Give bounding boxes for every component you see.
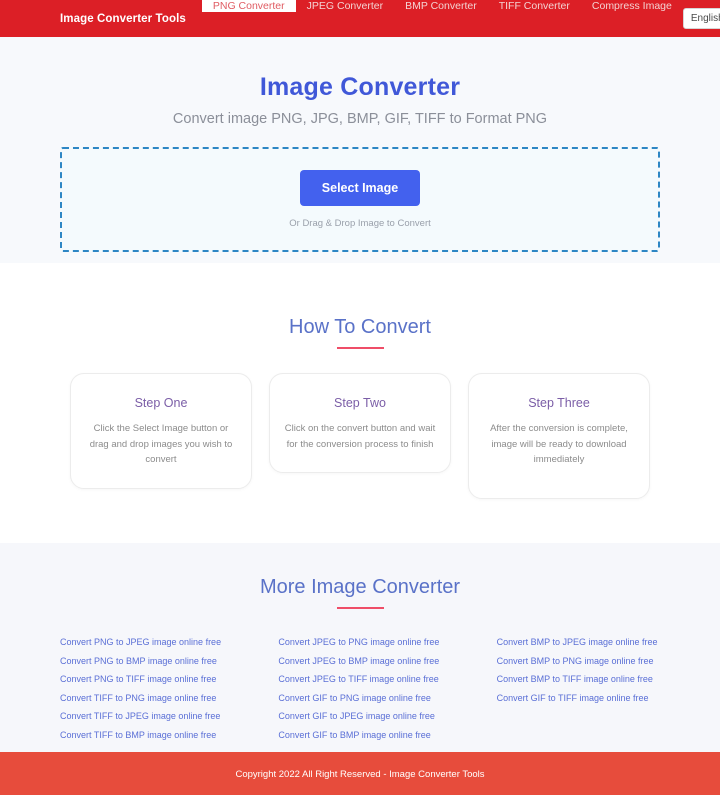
nav-item-jpeg-converter[interactable]: JPEG Converter — [296, 0, 394, 37]
nav-menu: PNG Converter JPEG Converter BMP Convert… — [201, 0, 683, 37]
nav-link-label[interactable]: BMP Converter — [394, 0, 488, 12]
converter-link[interactable]: Convert TIFF to PNG image online free — [60, 690, 223, 708]
converter-link[interactable]: Convert BMP to JPEG image online free — [497, 634, 660, 652]
title-underline — [336, 607, 384, 609]
nav-link-label[interactable]: PNG Converter — [201, 0, 296, 12]
step-title: Step Three — [528, 396, 590, 410]
converter-link[interactable]: Convert BMP to TIFF image online free — [497, 671, 660, 689]
step-text: Click on the convert button and wait for… — [284, 423, 436, 450]
page-subtitle: Convert image PNG, JPG, BMP, GIF, TIFF t… — [172, 111, 548, 127]
converter-link[interactable]: Convert PNG to TIFF image online free — [60, 671, 223, 689]
title-underline — [336, 347, 384, 349]
nav-link-label[interactable]: JPEG Converter — [296, 0, 394, 12]
nav-item-tiff-converter[interactable]: TIFF Converter — [488, 0, 581, 37]
step-title: Step One — [134, 396, 188, 410]
step-text: After the conversion is complete, image … — [490, 423, 628, 466]
language-select[interactable]: English — [682, 8, 720, 29]
how-to-convert-section: How To Convert Step One Click the Select… — [0, 263, 720, 543]
more-converters-title: More Image Converter — [259, 576, 461, 598]
converter-link[interactable]: Convert TIFF to JPEG image online free — [60, 708, 223, 726]
nav-item-png-converter[interactable]: PNG Converter — [201, 0, 296, 37]
dropzone-hint: Or Drag & Drop Image to Convert — [289, 218, 431, 229]
step-card: Step One Click the Select Image button o… — [70, 373, 252, 490]
nav-link-label[interactable]: TIFF Converter — [488, 0, 581, 12]
select-image-button[interactable]: Select Image — [299, 170, 421, 206]
converter-link[interactable]: Convert JPEG to BMP image online free — [278, 653, 441, 671]
converter-link[interactable]: Convert JPEG to TIFF image online free — [278, 671, 441, 689]
step-text: Click the Select Image button or drag an… — [89, 423, 233, 466]
converter-link[interactable]: Convert GIF to TIFF image online free — [497, 690, 660, 708]
nav-item-compress-image[interactable]: Compress Image — [581, 0, 683, 37]
converter-links-grid: Convert PNG to JPEG image online free Co… — [0, 634, 720, 744]
converter-link[interactable]: Convert PNG to BMP image online free — [60, 653, 223, 671]
converter-link[interactable]: Convert BMP to PNG image online free — [497, 653, 660, 671]
converter-link[interactable]: Convert JPEG to PNG image online free — [278, 634, 441, 652]
steps-container: Step One Click the Select Image button o… — [0, 373, 720, 500]
step-card: Step Three After the conversion is compl… — [468, 373, 650, 500]
hero-section: Image Converter Convert image PNG, JPG, … — [0, 37, 720, 263]
copyright-text: Copyright 2022 All Right Reserved - Imag… — [235, 769, 485, 780]
converter-link[interactable]: Convert PNG to JPEG image online free — [60, 634, 223, 652]
page-footer: Copyright 2022 All Right Reserved - Imag… — [0, 752, 720, 795]
converter-link[interactable]: Convert GIF to PNG image online free — [278, 690, 441, 708]
converter-links-column: Convert JPEG to PNG image online free Co… — [223, 634, 441, 744]
step-title: Step Two — [334, 396, 386, 410]
how-to-title: How To Convert — [289, 316, 431, 338]
more-converters-section: More Image Converter Convert PNG to JPEG… — [0, 543, 720, 752]
navbar-right: English ▾ — [682, 0, 720, 37]
converter-link[interactable]: Convert GIF to JPEG image online free — [278, 708, 441, 726]
converter-link[interactable]: Convert GIF to BMP image online free — [278, 727, 441, 745]
top-navbar: Image Converter Tools PNG Converter JPEG… — [0, 0, 720, 37]
language-select-wrapper[interactable]: English ▾ — [682, 8, 720, 29]
image-dropzone[interactable]: Select Image Or Drag & Drop Image to Con… — [60, 147, 660, 252]
brand-logo[interactable]: Image Converter Tools — [0, 0, 202, 37]
page-title: Image Converter — [259, 73, 461, 101]
step-card: Step Two Click on the convert button and… — [269, 373, 451, 474]
converter-links-column: Convert BMP to JPEG image online free Co… — [442, 634, 660, 744]
converter-link[interactable]: Convert TIFF to BMP image online free — [60, 727, 223, 745]
converter-links-column: Convert PNG to JPEG image online free Co… — [60, 634, 223, 744]
nav-link-label[interactable]: Compress Image — [581, 0, 683, 12]
nav-item-bmp-converter[interactable]: BMP Converter — [394, 0, 488, 37]
